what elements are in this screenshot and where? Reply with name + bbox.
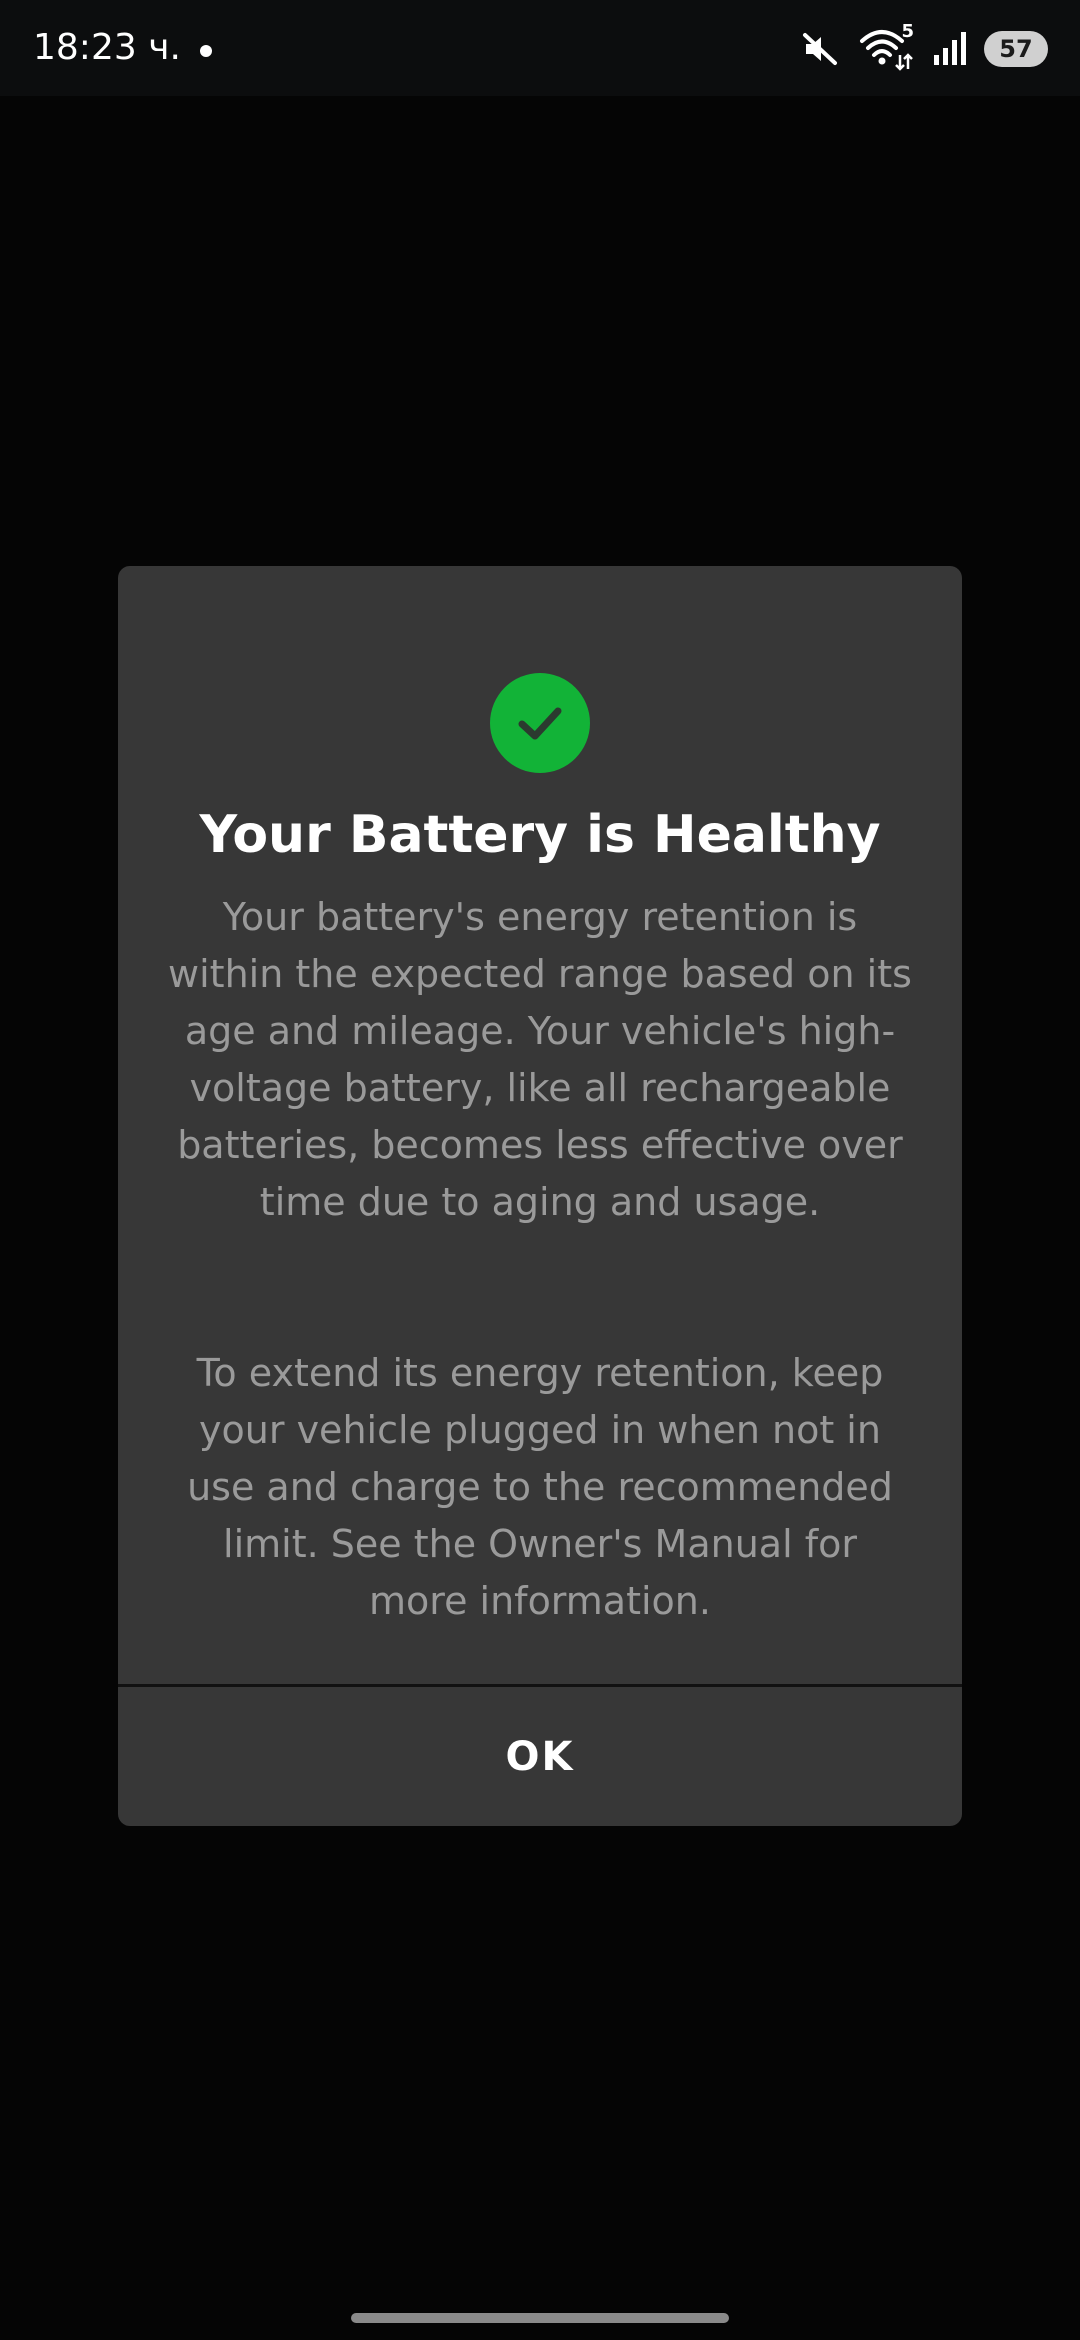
notification-dot [200, 45, 212, 57]
screen: 18:23 ч. 5 57 Your Battery is Healthy Yo… [0, 0, 1080, 2340]
wifi-badge: 5 [901, 21, 914, 42]
dialog-body-paragraph-2: To extend its energy retention, keep you… [187, 1351, 893, 1623]
status-icons: 5 57 [800, 21, 1048, 72]
dialog-body-paragraph-1: Your battery's energy retention is withi… [168, 895, 912, 1224]
signal-icon [932, 31, 966, 67]
checkmark-icon [490, 673, 590, 773]
wifi-icon: 5 [858, 21, 914, 71]
ok-button[interactable]: OK [118, 1687, 962, 1826]
status-bar: 18:23 ч. 5 57 [0, 0, 1080, 96]
status-time: 18:23 ч. [33, 27, 181, 68]
home-indicator[interactable] [351, 2313, 729, 2323]
mute-icon [800, 29, 840, 69]
battery-icon: 57 [984, 31, 1048, 67]
battery-health-dialog: Your Battery is Healthy Your battery's e… [118, 566, 962, 1826]
dialog-title: Your Battery is Healthy [199, 805, 881, 865]
